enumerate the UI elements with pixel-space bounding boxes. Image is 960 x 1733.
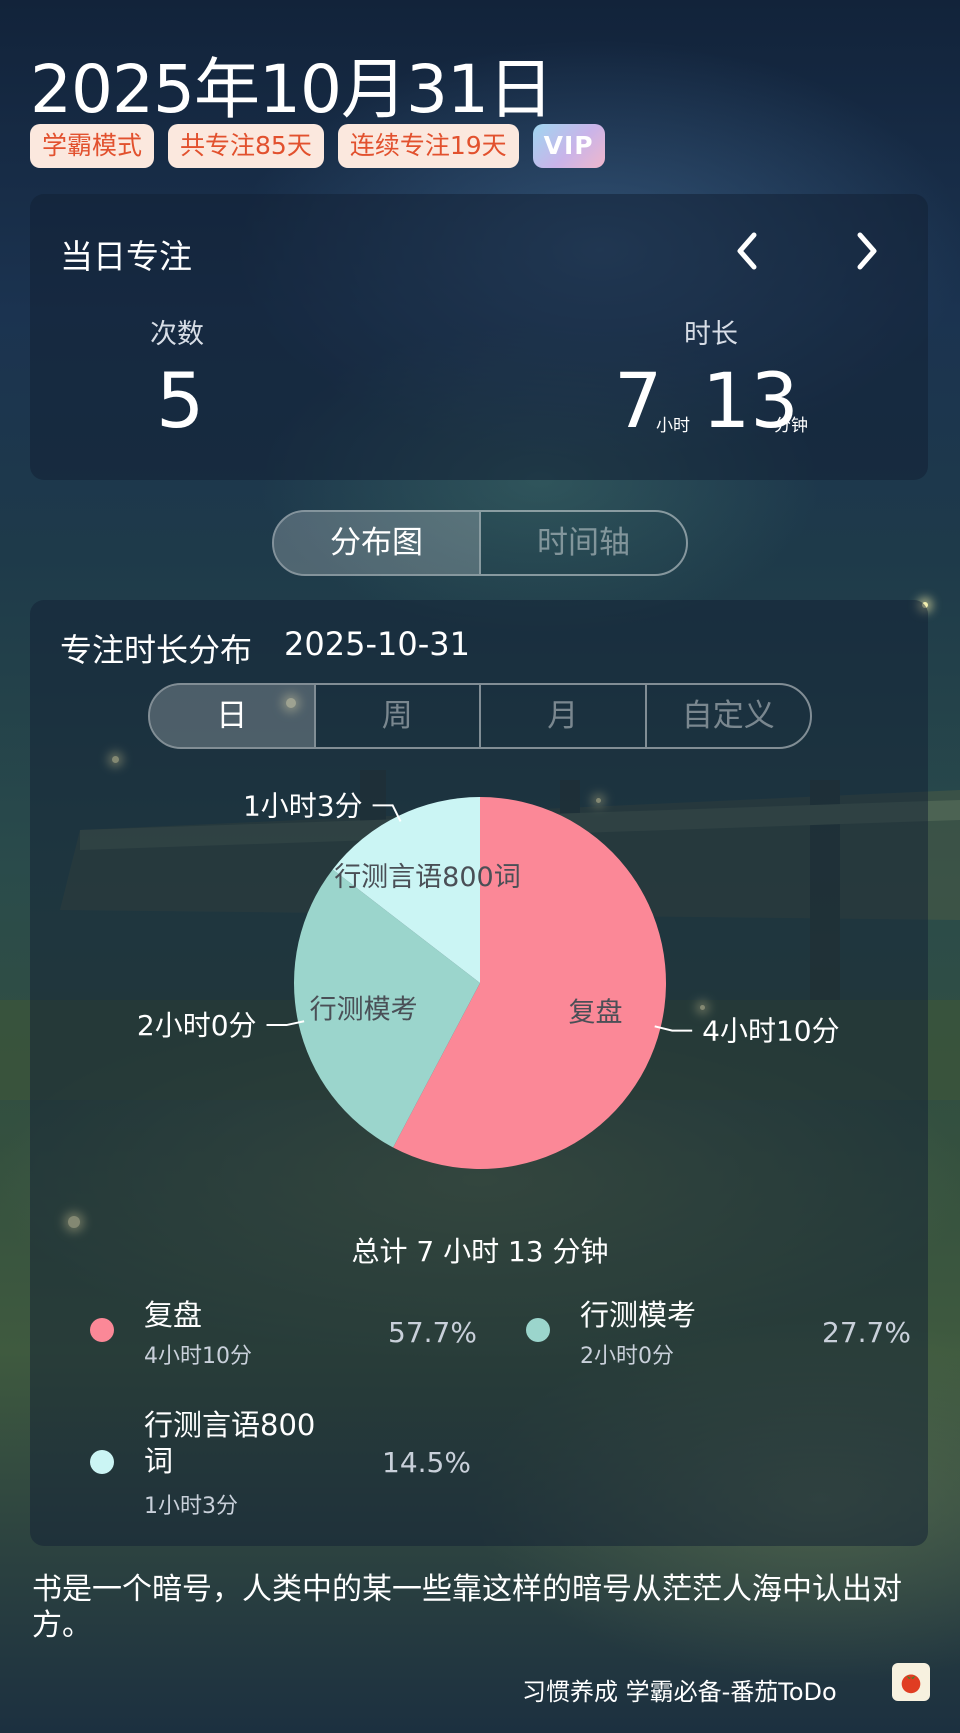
chevron-right-icon — [857, 232, 877, 270]
legend-name-vocab-line2: 词 — [144, 1444, 174, 1478]
legend-time-review: 4小时10分 — [144, 1344, 252, 1369]
pie-label-review: 复盘 — [569, 998, 623, 1029]
count-value: 5 — [156, 356, 205, 445]
legend-dot-mock-exam — [526, 1318, 550, 1342]
legend-name-vocab-line1: 行测言语800 — [144, 1408, 316, 1442]
distribution-pie-chart: 复盘 4小时10分 行测模考 2小时0分 行测言语800词 1小时3分 — [137, 789, 840, 1169]
total-duration: 总计 7 小时 13 分钟 — [351, 1235, 609, 1268]
legend-time-mock-exam: 2小时0分 — [580, 1344, 674, 1369]
distribution-date: 2025-10-31 — [284, 625, 470, 663]
legend-pct-vocab: 14.5% — [382, 1446, 471, 1479]
mode-badge[interactable]: 学霸模式 — [30, 124, 155, 168]
pie-label-vocab: 行测言语800词 — [334, 862, 521, 893]
prev-day-button[interactable] — [724, 226, 774, 276]
tomato-app-icon[interactable] — [892, 1663, 930, 1701]
streak-badge: 连续专注19天 — [337, 124, 519, 168]
legend-pct-review: 57.7% — [388, 1316, 477, 1349]
pie-label-mock-exam: 行测模考 — [310, 994, 418, 1025]
tab-timeline[interactable]: 时间轴 — [479, 512, 686, 574]
tab-week[interactable]: 周 — [313, 685, 480, 747]
legend-time-vocab: 1小时3分 — [144, 1494, 238, 1519]
legend-dot-review — [90, 1318, 114, 1342]
badge-row: 学霸模式 共专注85天 连续专注19天 VIP — [30, 124, 605, 168]
duration-hours-unit: 小时 — [656, 416, 690, 436]
tab-day[interactable]: 日 — [150, 685, 314, 747]
view-toggle: 分布图 时间轴 — [272, 510, 688, 576]
chevron-left-icon — [737, 232, 757, 270]
duration-label: 时长 — [684, 319, 738, 350]
pie-value-mock-exam: 2小时0分 — [137, 1009, 257, 1042]
pie-leader-review — [654, 1025, 693, 1032]
count-label: 次数 — [150, 319, 204, 350]
pie-value-vocab: 1小时3分 — [243, 789, 363, 822]
distribution-title: 专注时长分布 — [60, 631, 253, 669]
tab-month[interactable]: 月 — [479, 685, 645, 747]
tab-custom[interactable]: 自定义 — [644, 685, 811, 747]
daily-focus-title: 当日专注 — [60, 237, 192, 276]
daily-quote: 书是一个暗号，人类中的某一些靠这样的暗号从茫茫人海中认出对方。 — [32, 1572, 902, 1643]
legend-name-mock-exam: 行测模考 — [580, 1298, 697, 1332]
tomato-icon — [901, 1674, 921, 1694]
legend-name-review: 复盘 — [144, 1298, 203, 1332]
pie-leader-mock-exam — [266, 1020, 305, 1027]
footer-slogan: 习惯养成 学霸必备-番茄ToDo — [522, 1678, 837, 1706]
tab-distribution[interactable]: 分布图 — [274, 512, 479, 574]
legend-pct-mock-exam: 27.7% — [822, 1316, 911, 1349]
total-days-badge: 共专注85天 — [168, 124, 324, 168]
legend-dot-vocab — [90, 1450, 114, 1474]
next-day-button[interactable] — [840, 226, 890, 276]
period-toggle: 日 周 月 自定义 — [148, 683, 812, 749]
page-date: 2025年10月31日 — [30, 51, 554, 128]
vip-badge[interactable]: VIP — [532, 124, 605, 168]
duration-minutes-unit: 分钟 — [774, 416, 808, 436]
pie-value-review: 4小时10分 — [702, 1015, 839, 1048]
